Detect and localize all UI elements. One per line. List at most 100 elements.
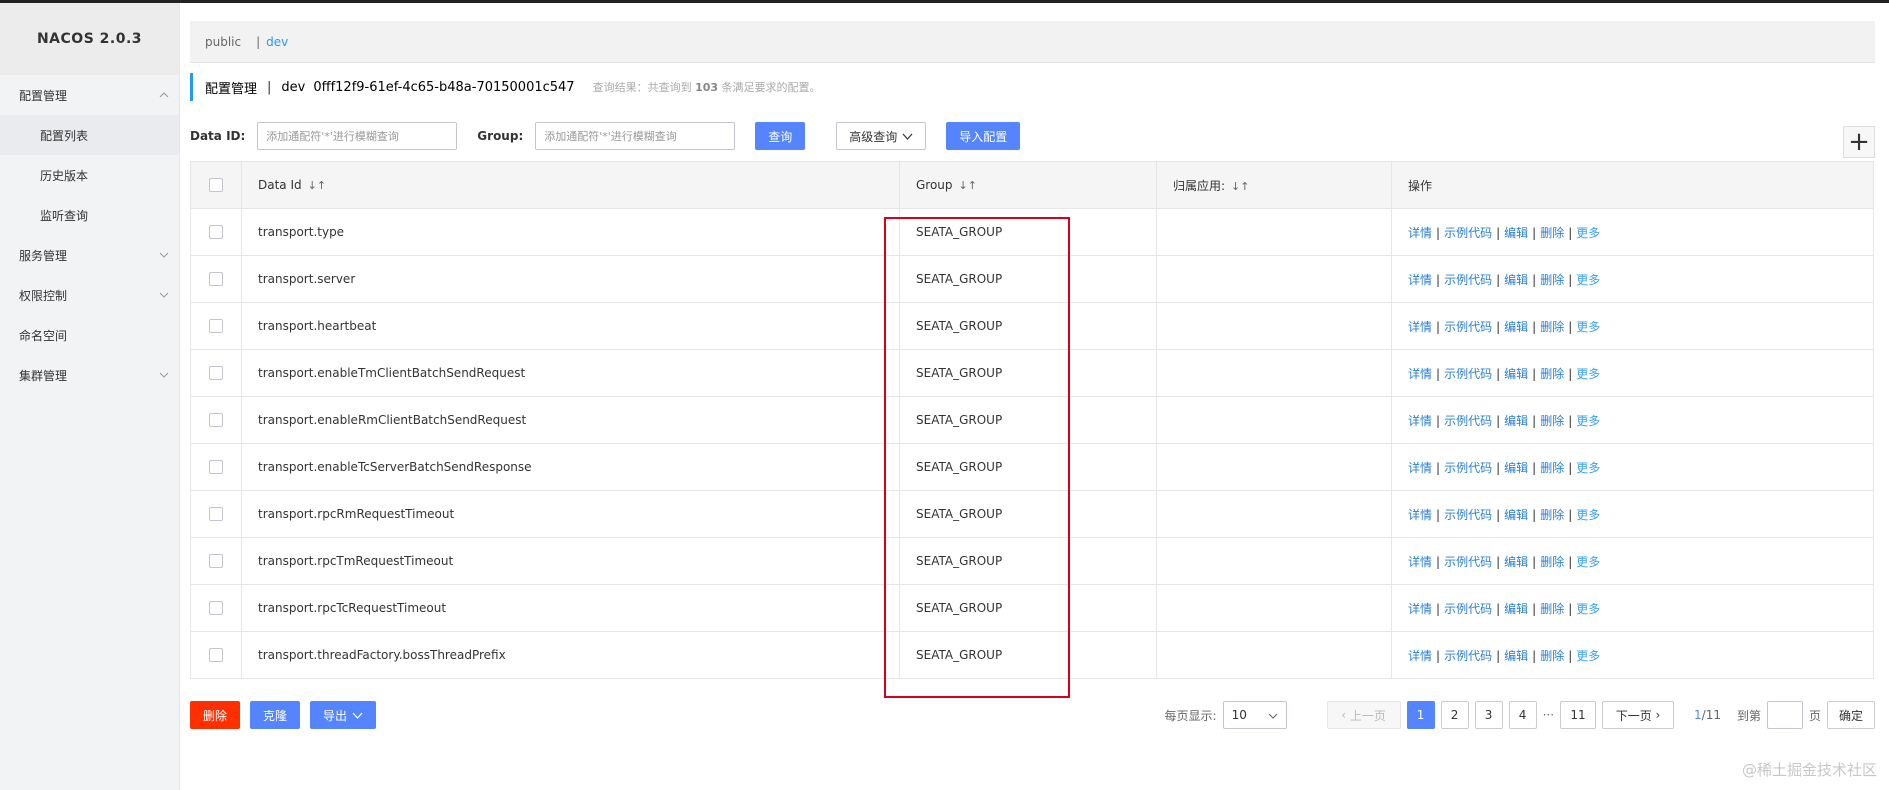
row-checkbox[interactable] bbox=[209, 366, 223, 381]
row-checkbox[interactable] bbox=[209, 554, 223, 569]
detail-link[interactable]: 详情 bbox=[1408, 226, 1432, 240]
sample-code-link[interactable]: 示例代码 bbox=[1444, 273, 1492, 287]
more-link[interactable]: 更多 bbox=[1576, 320, 1600, 334]
delete-link[interactable]: 删除 bbox=[1540, 555, 1564, 569]
delete-link[interactable]: 删除 bbox=[1540, 226, 1564, 240]
sample-code-link[interactable]: 示例代码 bbox=[1444, 367, 1492, 381]
sidebar-item-cluster-management[interactable]: 集群管理 bbox=[0, 355, 179, 395]
row-checkbox[interactable] bbox=[209, 648, 223, 663]
sample-code-link[interactable]: 示例代码 bbox=[1444, 508, 1492, 522]
group-search-input[interactable]: 添加通配符'*'进行模糊查询 bbox=[535, 122, 736, 150]
detail-link[interactable]: 详情 bbox=[1408, 414, 1432, 428]
sort-icon[interactable]: ↓↑ bbox=[1231, 180, 1249, 193]
delete-link[interactable]: 删除 bbox=[1540, 649, 1564, 663]
goto-confirm-button[interactable]: 确定 bbox=[1827, 701, 1875, 729]
edit-link[interactable]: 编辑 bbox=[1504, 226, 1528, 240]
row-checkbox[interactable] bbox=[209, 225, 223, 240]
add-config-button[interactable]: + bbox=[1843, 126, 1875, 158]
select-all-checkbox[interactable] bbox=[209, 178, 223, 193]
detail-link[interactable]: 详情 bbox=[1408, 602, 1432, 616]
sidebar-item-config-management[interactable]: 配置管理 bbox=[0, 75, 179, 115]
sidebar-item-config-list[interactable]: 配置列表 bbox=[0, 115, 179, 155]
batch-delete-button[interactable]: 删除 bbox=[190, 701, 240, 729]
search-bar: Data ID: 添加通配符'*'进行模糊查询 Group: 添加通配符'*'进… bbox=[190, 116, 1875, 158]
namespace-dev[interactable]: dev bbox=[266, 35, 288, 49]
column-header-dataid[interactable]: Data Id ↓↑ bbox=[241, 161, 900, 209]
delete-link[interactable]: 删除 bbox=[1540, 320, 1564, 334]
delete-link[interactable]: 删除 bbox=[1540, 602, 1564, 616]
delete-link[interactable]: 删除 bbox=[1540, 461, 1564, 475]
sample-code-link[interactable]: 示例代码 bbox=[1444, 555, 1492, 569]
goto-page-input[interactable] bbox=[1766, 701, 1803, 729]
sample-code-link[interactable]: 示例代码 bbox=[1444, 649, 1492, 663]
row-checkbox[interactable] bbox=[209, 460, 223, 475]
detail-link[interactable]: 详情 bbox=[1408, 461, 1432, 475]
clone-button[interactable]: 克隆 bbox=[250, 701, 300, 729]
prev-page-button[interactable]: ‹ 上一页 bbox=[1326, 701, 1401, 729]
sidebar-item-service-management[interactable]: 服务管理 bbox=[0, 235, 179, 275]
edit-link[interactable]: 编辑 bbox=[1504, 649, 1528, 663]
column-header-group[interactable]: Group ↓↑ bbox=[899, 161, 1157, 209]
more-link[interactable]: 更多 bbox=[1576, 367, 1600, 381]
detail-link[interactable]: 详情 bbox=[1408, 273, 1432, 287]
dataid-search-input[interactable]: 添加通配符'*'进行模糊查询 bbox=[257, 122, 458, 150]
row-checkbox[interactable] bbox=[209, 319, 223, 334]
row-checkbox[interactable] bbox=[209, 413, 223, 428]
query-button[interactable]: 查询 bbox=[755, 122, 806, 150]
delete-link[interactable]: 删除 bbox=[1540, 367, 1564, 381]
edit-link[interactable]: 编辑 bbox=[1504, 414, 1528, 428]
edit-link[interactable]: 编辑 bbox=[1504, 602, 1528, 616]
cell-actions: 详情 | 示例代码 | 编辑 | 删除 | 更多 bbox=[1391, 349, 1874, 397]
page-button-4[interactable]: 4 bbox=[1508, 701, 1537, 729]
sample-code-link[interactable]: 示例代码 bbox=[1444, 226, 1492, 240]
more-link[interactable]: 更多 bbox=[1576, 555, 1600, 569]
sort-icon[interactable]: ↓↑ bbox=[959, 179, 977, 192]
detail-link[interactable]: 详情 bbox=[1408, 508, 1432, 522]
sample-code-link[interactable]: 示例代码 bbox=[1444, 414, 1492, 428]
more-link[interactable]: 更多 bbox=[1576, 414, 1600, 428]
edit-link[interactable]: 编辑 bbox=[1504, 555, 1528, 569]
page-button-11[interactable]: 11 bbox=[1560, 701, 1597, 729]
page-button-1[interactable]: 1 bbox=[1406, 701, 1435, 729]
cell-group: SEATA_GROUP bbox=[899, 631, 1157, 679]
delete-link[interactable]: 删除 bbox=[1540, 273, 1564, 287]
edit-link[interactable]: 编辑 bbox=[1504, 367, 1528, 381]
sample-code-link[interactable]: 示例代码 bbox=[1444, 320, 1492, 334]
sort-icon[interactable]: ↓↑ bbox=[308, 179, 326, 192]
edit-link[interactable]: 编辑 bbox=[1504, 320, 1528, 334]
import-config-button[interactable]: 导入配置 bbox=[946, 122, 1021, 150]
delete-link[interactable]: 删除 bbox=[1540, 414, 1564, 428]
detail-link[interactable]: 详情 bbox=[1408, 367, 1432, 381]
sample-code-link[interactable]: 示例代码 bbox=[1444, 602, 1492, 616]
detail-link[interactable]: 详情 bbox=[1408, 555, 1432, 569]
page-size-select[interactable]: 10 bbox=[1222, 701, 1287, 729]
edit-link[interactable]: 编辑 bbox=[1504, 273, 1528, 287]
advanced-query-button[interactable]: 高级查询 bbox=[836, 122, 927, 150]
sidebar-item-namespace[interactable]: 命名空间 bbox=[0, 315, 179, 355]
row-checkbox[interactable] bbox=[209, 272, 223, 287]
page-button-2[interactable]: 2 bbox=[1440, 701, 1469, 729]
namespace-public[interactable]: public bbox=[205, 35, 241, 49]
more-link[interactable]: 更多 bbox=[1576, 508, 1600, 522]
more-link[interactable]: 更多 bbox=[1576, 273, 1600, 287]
column-header-app[interactable]: 归属应用: ↓↑ bbox=[1156, 161, 1392, 209]
sample-code-link[interactable]: 示例代码 bbox=[1444, 461, 1492, 475]
sidebar-item-permission-control[interactable]: 权限控制 bbox=[0, 275, 179, 315]
sidebar-item-listener-query[interactable]: 监听查询 bbox=[0, 195, 179, 235]
row-checkbox[interactable] bbox=[209, 507, 223, 522]
row-checkbox[interactable] bbox=[209, 601, 223, 616]
more-link[interactable]: 更多 bbox=[1576, 649, 1600, 663]
more-link[interactable]: 更多 bbox=[1576, 461, 1600, 475]
sidebar-item-history[interactable]: 历史版本 bbox=[0, 155, 179, 195]
delete-link[interactable]: 删除 bbox=[1540, 508, 1564, 522]
detail-link[interactable]: 详情 bbox=[1408, 649, 1432, 663]
export-button[interactable]: 导出 bbox=[310, 701, 376, 729]
edit-link[interactable]: 编辑 bbox=[1504, 461, 1528, 475]
page-button-3[interactable]: 3 bbox=[1474, 701, 1503, 729]
edit-link[interactable]: 编辑 bbox=[1504, 508, 1528, 522]
detail-link[interactable]: 详情 bbox=[1408, 320, 1432, 334]
more-link[interactable]: 更多 bbox=[1576, 226, 1600, 240]
action-separator: | bbox=[1532, 272, 1537, 287]
more-link[interactable]: 更多 bbox=[1576, 602, 1600, 616]
next-page-button[interactable]: 下一页 › bbox=[1602, 701, 1675, 729]
